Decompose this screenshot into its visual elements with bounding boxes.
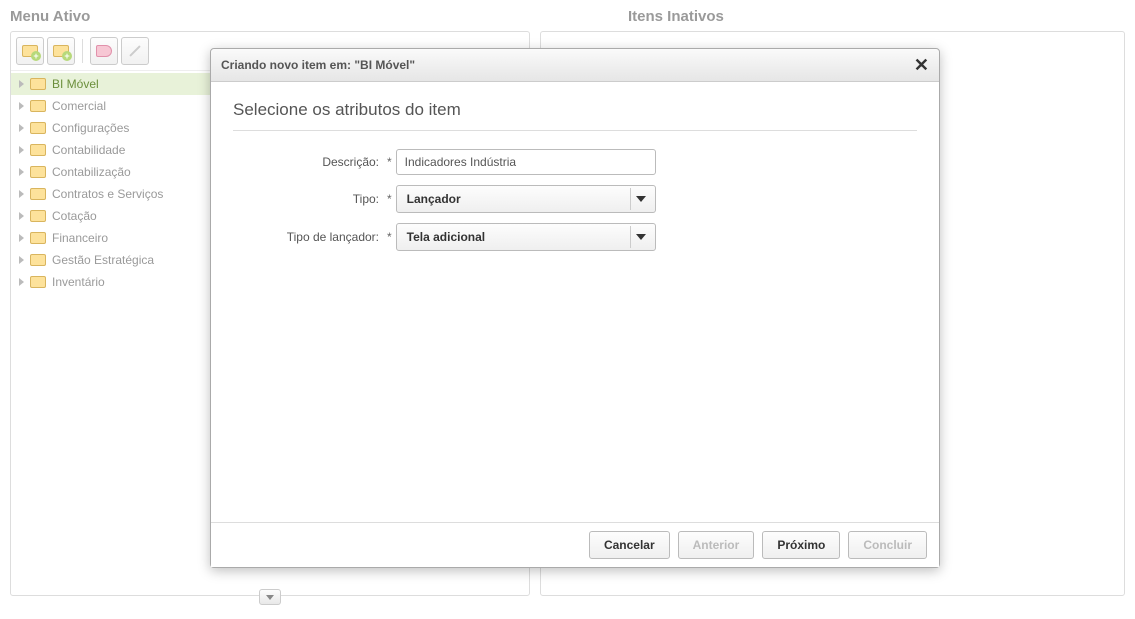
- folder-icon: [30, 78, 46, 90]
- folder-icon: [30, 100, 46, 112]
- required-mark: *: [387, 155, 392, 169]
- tree-item-label: Gestão Estratégica: [52, 253, 154, 267]
- folder-icon: [30, 254, 46, 266]
- chevron-right-icon: [19, 124, 24, 132]
- chevron-right-icon: [19, 190, 24, 198]
- folder-icon: [30, 210, 46, 222]
- chevron-right-icon: [19, 256, 24, 264]
- tree-item-label: Comercial: [52, 99, 106, 113]
- toolbar-tag[interactable]: [90, 37, 118, 65]
- required-mark: *: [387, 192, 392, 206]
- tree-item-label: Contratos e Serviços: [52, 187, 163, 201]
- tree-item-label: Cotação: [52, 209, 97, 223]
- toolbar-new-folder-b[interactable]: [47, 37, 75, 65]
- tree-item-label: Inventário: [52, 275, 105, 289]
- chevron-right-icon: [19, 278, 24, 286]
- folder-icon: [30, 166, 46, 178]
- chevron-right-icon: [19, 234, 24, 242]
- folder-icon: [30, 276, 46, 288]
- heading-itens-inativos: Itens Inativos: [628, 8, 724, 25]
- anterior-button[interactable]: Anterior: [678, 531, 755, 559]
- dialog-footer: Cancelar Anterior Próximo Concluir: [211, 522, 939, 567]
- toolbar-new-folder-a[interactable]: [16, 37, 44, 65]
- folder-icon: [30, 122, 46, 134]
- chevron-right-icon: [19, 212, 24, 220]
- tree-item-label: BI Móvel: [52, 77, 99, 91]
- descricao-label: Descrição:: [233, 155, 383, 169]
- pencil-icon: [129, 45, 140, 56]
- tipo-lancador-select[interactable]: Tela adicional: [396, 223, 656, 251]
- dialog-body: Selecione os atributos do item Descrição…: [211, 82, 939, 522]
- dialog-title: Criando novo item em: "BI Móvel": [221, 58, 415, 72]
- chevron-right-icon: [19, 102, 24, 110]
- folder-icon: [30, 232, 46, 244]
- tipo-label: Tipo:: [233, 192, 383, 206]
- chevron-down-icon: [630, 188, 652, 210]
- required-mark: *: [387, 230, 392, 244]
- splitter-handle[interactable]: [259, 589, 281, 605]
- create-item-dialog: Criando novo item em: "BI Móvel" ✕ Selec…: [210, 48, 940, 568]
- chevron-right-icon: [19, 146, 24, 154]
- folder-icon: [30, 188, 46, 200]
- chevron-right-icon: [19, 80, 24, 88]
- dialog-divider: [233, 130, 917, 131]
- toolbar-edit[interactable]: [121, 37, 149, 65]
- tree-item-label: Configurações: [52, 121, 129, 135]
- toolbar-separator: [82, 39, 83, 63]
- folder-icon: [30, 144, 46, 156]
- dialog-titlebar: Criando novo item em: "BI Móvel" ✕: [211, 49, 939, 82]
- tree-item-label: Contabilização: [52, 165, 131, 179]
- tipo-select[interactable]: Lançador: [396, 185, 656, 213]
- dialog-heading: Selecione os atributos do item: [233, 100, 917, 120]
- tree-item-label: Contabilidade: [52, 143, 125, 157]
- descricao-input[interactable]: [396, 149, 656, 175]
- chevron-right-icon: [19, 168, 24, 176]
- proximo-button[interactable]: Próximo: [762, 531, 840, 559]
- concluir-button[interactable]: Concluir: [848, 531, 927, 559]
- folder-plus-icon: [22, 45, 38, 57]
- tree-item-label: Financeiro: [52, 231, 108, 245]
- tipo-select-value: Lançador: [407, 192, 461, 206]
- chevron-down-icon: [630, 226, 652, 248]
- heading-menu-ativo: Menu Ativo: [10, 8, 628, 25]
- folder-plus-icon: [53, 45, 69, 57]
- tipo-lancador-label: Tipo de lançador:: [233, 230, 383, 244]
- close-icon[interactable]: ✕: [914, 56, 929, 74]
- tag-icon: [96, 45, 112, 57]
- cancelar-button[interactable]: Cancelar: [589, 531, 670, 559]
- tipo-lancador-select-value: Tela adicional: [407, 230, 485, 244]
